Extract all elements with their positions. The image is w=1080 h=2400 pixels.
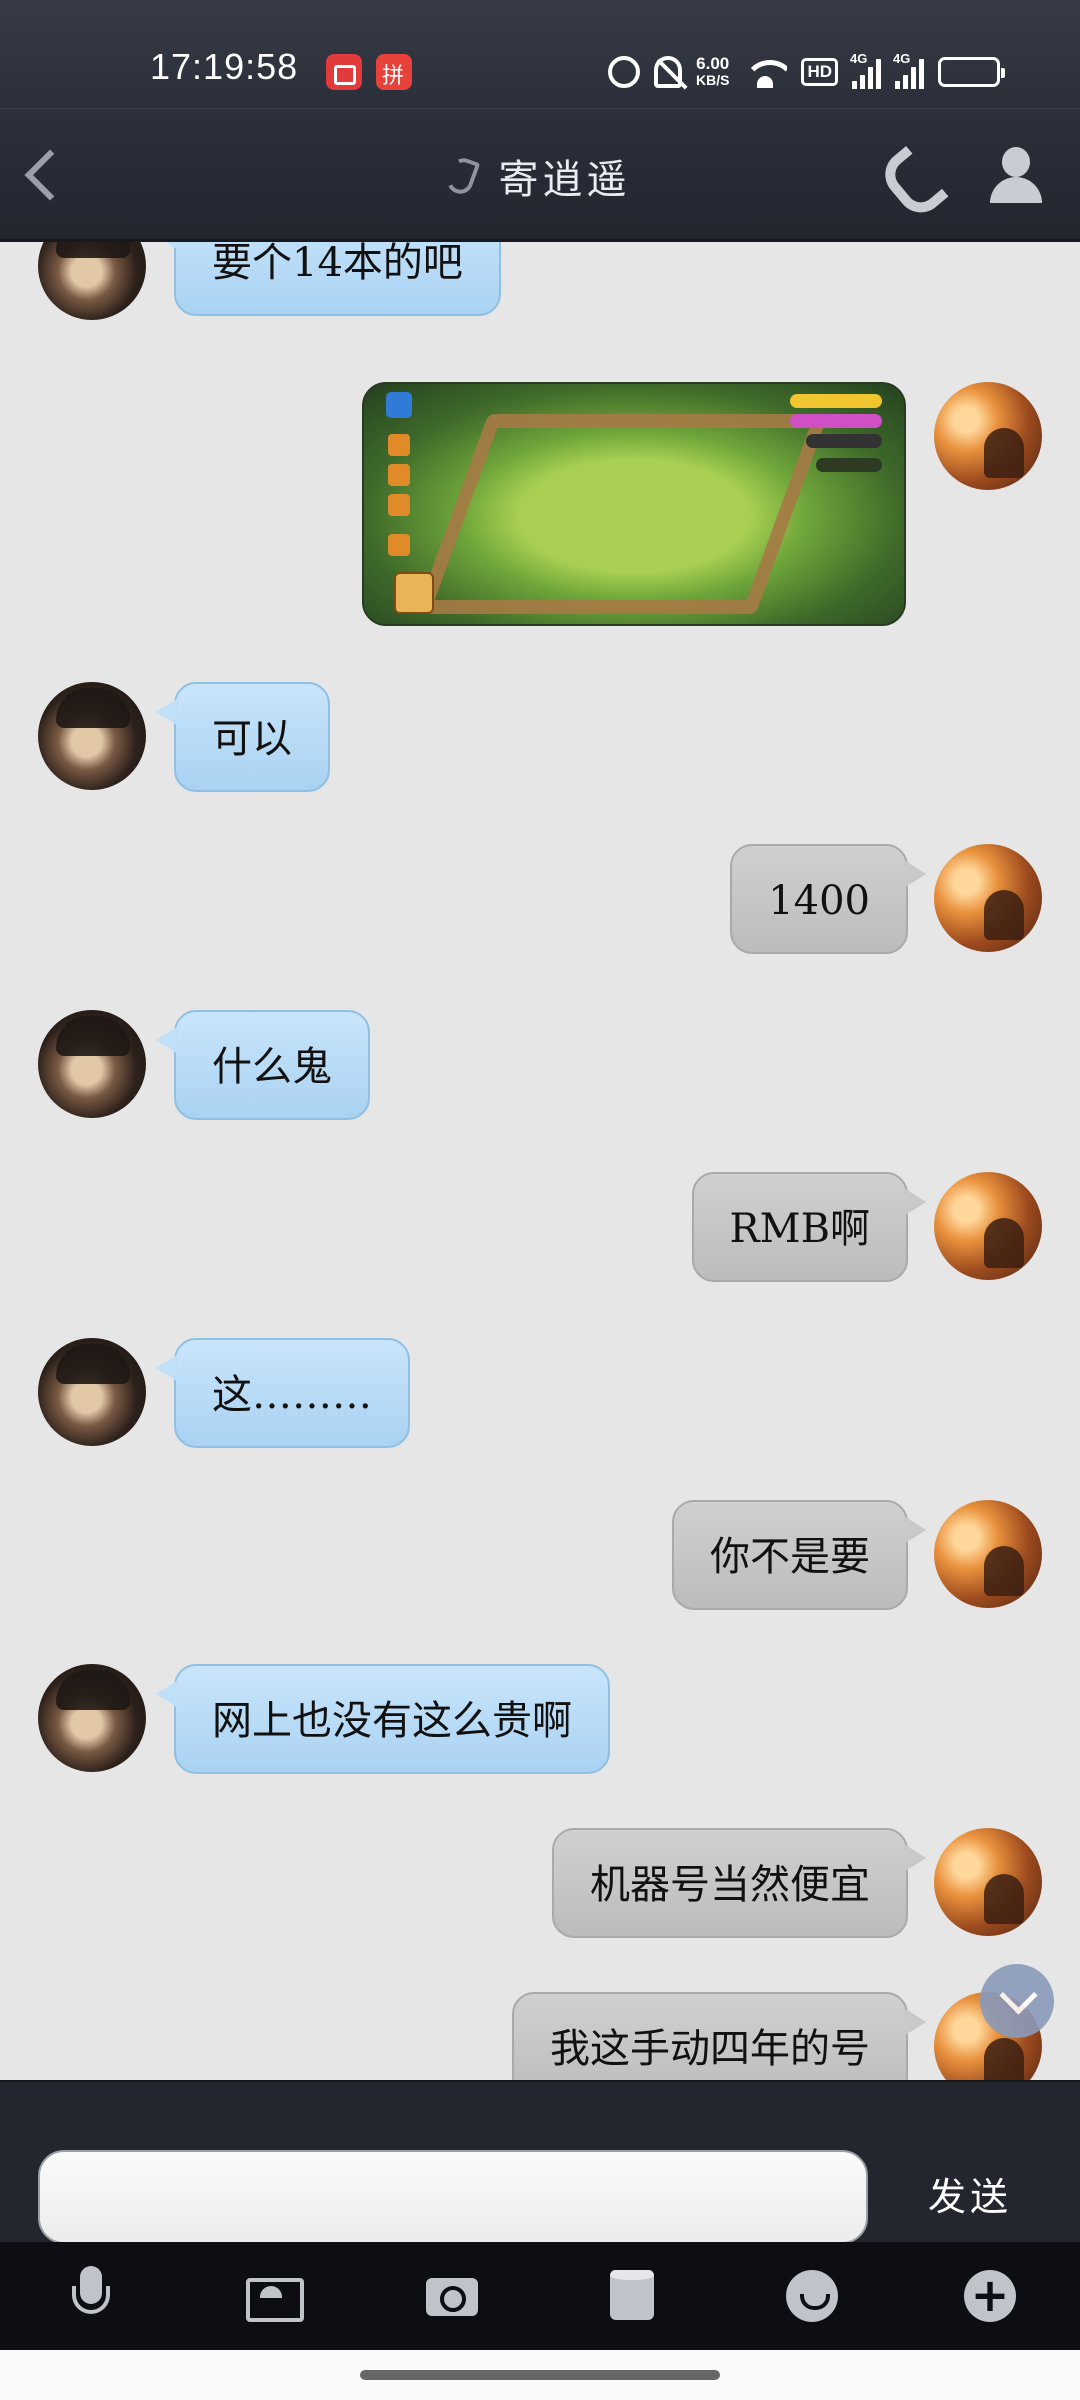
my-avatar[interactable] [934, 844, 1042, 952]
scroll-to-bottom-button[interactable] [980, 1964, 1054, 2038]
incoming-message[interactable]: 网上也没有这么贵啊 [156, 1664, 610, 1774]
game-screenshot-base [415, 414, 829, 614]
my-avatar[interactable] [934, 1500, 1042, 1608]
input-bar: 发送 [0, 2080, 1080, 2244]
signal-icon-sim2: 4G [893, 51, 924, 89]
my-avatar[interactable] [934, 382, 1042, 490]
network-speed: 6.00 KB/S [696, 55, 729, 89]
earpiece-mode-icon [444, 154, 481, 198]
incoming-message[interactable]: 什么鬼 [156, 1010, 370, 1120]
status-bar: 17:19:58 6.00 KB/S HD 4G 4G [0, 0, 1080, 108]
outgoing-message[interactable]: 我这手动四年的号 [512, 1992, 926, 2080]
alarm-icon [607, 56, 640, 88]
battery-icon [938, 57, 1005, 87]
sim1-label: 4G [850, 51, 868, 66]
phone-call-button[interactable] [888, 147, 944, 203]
incoming-message[interactable]: 可以 [156, 682, 330, 792]
contact-avatar[interactable] [38, 1338, 146, 1446]
image-message[interactable] [362, 382, 906, 626]
status-time: 17:19:58 [150, 46, 299, 87]
signal-icon-sim1: 4G [850, 51, 881, 89]
sim2-label: 4G [893, 51, 911, 66]
camera-icon[interactable] [422, 2266, 482, 2326]
incoming-message[interactable]: 要个14本的吧 [156, 242, 501, 316]
gallery-icon[interactable] [242, 2266, 304, 2326]
my-avatar[interactable] [934, 1172, 1042, 1280]
plus-icon[interactable] [960, 2266, 1020, 2326]
contact-profile-button[interactable] [988, 147, 1044, 207]
outgoing-message[interactable]: 机器号当然便宜 [552, 1828, 926, 1938]
hd-voice-icon: HD [801, 58, 838, 86]
wifi-icon [743, 56, 788, 88]
shopping-app-icon [376, 54, 412, 90]
contact-avatar[interactable] [38, 242, 146, 320]
contact-avatar[interactable] [38, 682, 146, 790]
incoming-message[interactable]: 这……… [156, 1338, 410, 1448]
chat-header: 寄逍遥 [0, 108, 1080, 242]
message-input[interactable] [38, 2150, 868, 2244]
outgoing-message[interactable]: RMB啊 [691, 1172, 927, 1282]
contact-avatar[interactable] [38, 1010, 146, 1118]
screen-record-icon [326, 54, 362, 90]
my-avatar[interactable] [934, 1828, 1042, 1936]
microphone-icon[interactable] [62, 2266, 122, 2326]
home-indicator[interactable] [360, 2370, 720, 2380]
send-button[interactable]: 发送 [900, 2150, 1040, 2244]
outgoing-message[interactable]: 你不是要 [672, 1500, 926, 1610]
chat-title: 寄逍遥 [498, 157, 631, 203]
emoji-icon[interactable] [782, 2266, 842, 2326]
network-speed-value: 6.00 [696, 54, 730, 73]
chat-toolbar [0, 2242, 1080, 2350]
outgoing-message[interactable]: 1400 [730, 844, 926, 954]
mute-icon [653, 56, 682, 88]
folder-icon[interactable] [602, 2266, 662, 2326]
network-speed-unit: KB/S [695, 72, 730, 88]
message-list[interactable]: 要个14本的吧 可以 1400 什么鬼 RMB啊 这……… 你不是要 网上也没有… [0, 242, 1080, 2080]
system-nav-bar [0, 2350, 1080, 2400]
contact-avatar[interactable] [38, 1664, 146, 1772]
status-icons: 6.00 KB/S HD 4G 4G [607, 51, 1005, 92]
